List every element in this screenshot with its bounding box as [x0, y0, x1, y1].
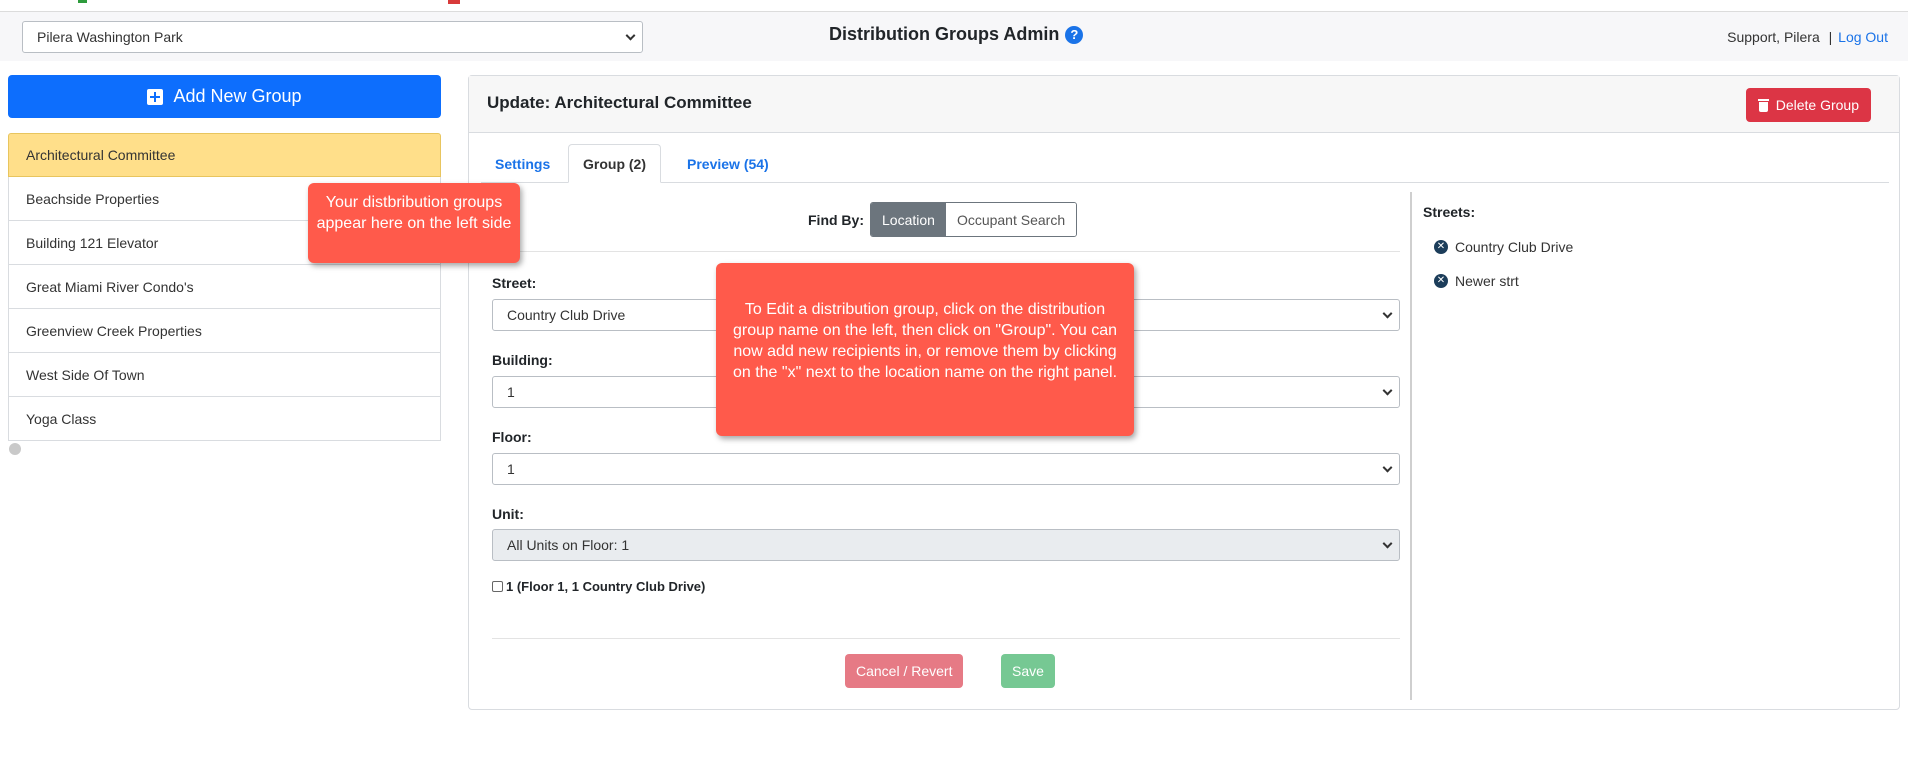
page-title-text: Distribution Groups Admin	[829, 24, 1060, 44]
group-item-label: Yoga Class	[26, 410, 97, 427]
unit-select-value: All Units on Floor: 1	[507, 537, 630, 553]
unit-checkbox[interactable]	[492, 581, 503, 592]
street-item-label: Newer strt	[1455, 273, 1519, 289]
add-new-group-button[interactable]: Add New Group	[8, 75, 441, 118]
street-item-label: Country Club Drive	[1455, 239, 1574, 255]
find-by-row: Find By: Location Occupant Search	[492, 192, 1400, 252]
group-item[interactable]: West Side Of Town	[8, 353, 441, 397]
unit-checkbox-label: 1 (Floor 1, 1 Country Club Drive)	[506, 579, 706, 594]
street-label: Street:	[492, 275, 537, 291]
floor-label: Floor:	[492, 429, 532, 445]
panel-header: Update: Architectural Committee Delete G…	[469, 76, 1899, 133]
floor-select[interactable]: 1	[492, 453, 1400, 485]
delete-group-label: Delete Group	[1775, 97, 1859, 113]
group-item-label: Great Miami River Condo's	[26, 278, 194, 295]
group-item-label: Greenview Creek Properties	[26, 322, 202, 339]
help-icon[interactable]: ?	[1065, 25, 1084, 44]
street-item: ✕ Newer strt	[1423, 264, 1573, 298]
divider	[492, 638, 1400, 639]
top-strip	[0, 0, 1908, 12]
group-item[interactable]: Great Miami River Condo's	[8, 265, 441, 309]
save-button[interactable]: Save	[1001, 654, 1055, 688]
header-bar: Pilera Washington Park Distribution Grou…	[0, 12, 1908, 61]
group-item-label: Architectural Committee	[26, 147, 176, 163]
sidebar-tooltip: Your distbribution groups appear here on…	[308, 183, 520, 263]
bug-icon[interactable]	[9, 443, 21, 455]
remove-x-icon[interactable]: ✕	[1434, 240, 1448, 254]
user-name: Support, Pilera	[1727, 29, 1820, 45]
unit-label: Unit:	[492, 506, 524, 522]
property-select[interactable]: Pilera Washington Park	[22, 21, 643, 53]
separator: |	[1828, 29, 1833, 45]
floor-select-value: 1	[507, 461, 515, 477]
group-item[interactable]: Greenview Creek Properties	[8, 309, 441, 353]
panel-title: Update: Architectural Committee	[487, 93, 752, 112]
remove-x-icon[interactable]: ✕	[1434, 274, 1448, 288]
logout-link[interactable]: Log Out	[1838, 29, 1888, 45]
streets-panel: Streets: ✕ Country Club Drive ✕ Newer st…	[1423, 204, 1573, 298]
bookmark-marker	[78, 0, 87, 3]
building-select-value: 1	[507, 384, 515, 400]
tab-group[interactable]: Group (2)	[568, 144, 661, 183]
tab-preview[interactable]: Preview (54)	[673, 144, 783, 183]
unit-select[interactable]: All Units on Floor: 1	[492, 529, 1400, 561]
unit-checkbox-row: 1 (Floor 1, 1 Country Club Drive)	[492, 579, 705, 594]
bookmark-marker	[448, 0, 460, 4]
plus-square-icon	[147, 88, 164, 105]
street-item: ✕ Country Club Drive	[1423, 230, 1573, 264]
chevron-down-icon	[625, 30, 636, 41]
page-title: Distribution Groups Admin ?	[829, 24, 1084, 45]
delete-group-button[interactable]: Delete Group	[1745, 88, 1871, 122]
chevron-down-icon	[1382, 385, 1393, 396]
tab-settings[interactable]: Settings	[481, 144, 564, 183]
find-by-location-button[interactable]: Location	[871, 203, 946, 236]
add-new-group-label: Add New Group	[173, 86, 302, 106]
edit-tooltip: To Edit a distribution group, click on t…	[716, 263, 1134, 436]
find-by-label: Find By:	[808, 212, 864, 228]
chevron-down-icon	[1382, 462, 1393, 473]
street-select-value: Country Club Drive	[507, 307, 626, 323]
find-by-occupant-button[interactable]: Occupant Search	[945, 203, 1077, 236]
building-label: Building:	[492, 352, 553, 368]
chevron-down-icon	[1382, 308, 1393, 319]
group-item-label: Beachside Properties	[26, 190, 160, 207]
chevron-down-icon	[1382, 538, 1393, 549]
vertical-divider	[1410, 192, 1412, 700]
streets-title: Streets:	[1423, 204, 1476, 220]
group-edit-panel: Update: Architectural Committee Delete G…	[468, 75, 1900, 710]
group-item[interactable]: Architectural Committee	[8, 133, 441, 177]
property-select-value: Pilera Washington Park	[37, 29, 183, 45]
cancel-revert-button[interactable]: Cancel / Revert	[845, 654, 964, 688]
group-item-label: West Side Of Town	[26, 366, 145, 383]
tab-bar: Settings Group (2) Preview (54)	[481, 144, 1889, 183]
trash-icon	[1757, 98, 1769, 112]
find-by-toggle: Location Occupant Search	[870, 202, 1078, 237]
group-item-label: Building 121 Elevator	[26, 234, 159, 251]
group-list: Architectural Committee Beachside Proper…	[8, 133, 441, 441]
user-area: Support, Pilera | Log Out	[1727, 29, 1888, 45]
group-item[interactable]: Yoga Class	[8, 397, 441, 441]
